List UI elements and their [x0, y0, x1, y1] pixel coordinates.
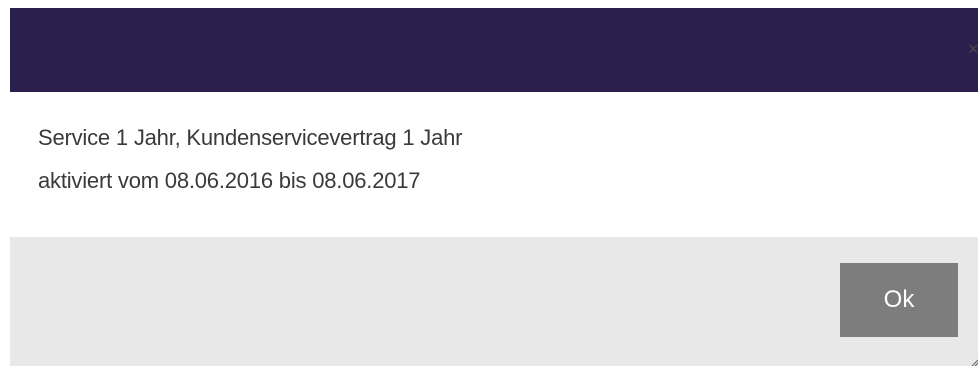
info-dialog: × Service 1 Jahr, Kundenservicevertrag 1… [10, 8, 978, 367]
ok-button[interactable]: Ok [840, 263, 958, 337]
service-description: Service 1 Jahr, Kundenservicevertrag 1 J… [38, 125, 463, 150]
dialog-body: Service 1 Jahr, Kundenservicevertrag 1 J… [10, 92, 978, 237]
resize-handle-icon[interactable] [970, 358, 978, 367]
dialog-footer: Ok [10, 237, 978, 367]
dialog-header: × [10, 8, 978, 92]
activation-period: aktiviert vom 08.06.2016 bis 08.06.2017 [38, 168, 421, 193]
close-icon[interactable]: × [968, 40, 978, 58]
